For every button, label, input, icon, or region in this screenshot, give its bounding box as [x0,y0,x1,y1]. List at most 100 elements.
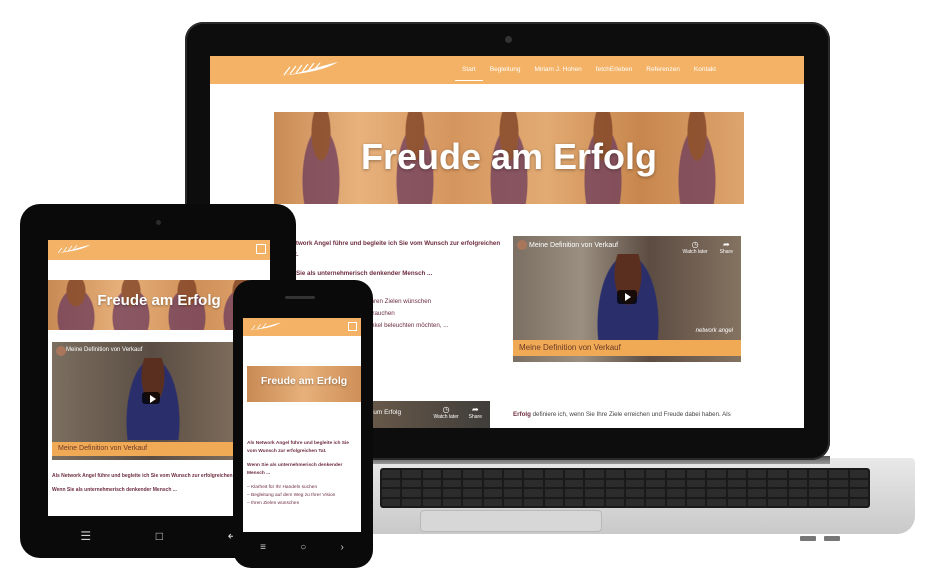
clock-icon: ◷ [442,405,450,414]
keyboard-key [605,498,624,506]
keyboard-key [422,489,441,497]
keyboard-key [829,470,848,478]
home-square-icon[interactable]: □ [156,529,163,543]
keyboard-key [809,470,828,478]
keyboard-key [849,498,868,506]
site-navbar: Start Begleitung Miriam J. Hohen fetchEr… [210,56,804,84]
keyboard-key [727,498,746,506]
keyboard-key [849,489,868,497]
keyboard-key [666,489,685,497]
keyboard-key [788,489,807,497]
keyboard-key [809,498,828,506]
nav-item-fetcherleben[interactable]: fetchErleben [589,56,640,84]
keyboard-key [463,498,482,506]
share-icon: ➦ [722,240,730,249]
keyboard-key [788,498,807,506]
keyboard-key [646,498,665,506]
home-circle-icon[interactable]: ○ [300,542,306,553]
keyboard-key [687,489,706,497]
keyboard-key [422,470,441,478]
tablet-video-band: Meine Definition von Verkauf [52,442,252,456]
keyboard-key [605,489,624,497]
tablet-intro-text: Als Network Angel führe und begleite ich… [52,472,262,494]
keyboard-key [463,489,482,497]
menu-icon[interactable] [348,322,357,331]
watch-later-button[interactable]: ◷ Watch later [683,240,708,255]
keyboard-key [829,479,848,487]
keyboard-key [544,489,563,497]
keyboard-key [748,489,767,497]
keyboard-key [382,470,401,478]
erfolg-text: definiere ich, wenn Sie Ihre Ziele errei… [530,411,731,418]
keyboard-key [565,489,584,497]
keyboard-key [829,498,848,506]
tablet-video-player[interactable]: Meine Definition von Verkauf Meine Defin… [52,342,252,460]
back-chevron-icon[interactable]: › [341,542,344,553]
play-button-icon[interactable] [617,290,637,304]
wing-logo-icon[interactable] [246,321,282,332]
keyboard-key [829,489,848,497]
video2-title[interactable]: zum Erfolg [370,409,401,416]
tablet-navbar [48,240,270,260]
laptop-camera-icon [505,36,512,43]
keyboard-key [626,489,645,497]
wing-logo-icon[interactable] [52,243,92,255]
wing-logo-icon[interactable] [276,61,340,77]
share-button-2[interactable]: ➦ Share [469,405,482,420]
keyboard-key [707,479,726,487]
laptop-ports [800,528,860,541]
keyboard-key [666,479,685,487]
keyboard-key [524,498,543,506]
video-player-2[interactable]: zum Erfolg ◷ Watch later ➦ Share [364,401,490,428]
phone-hero: Freude am Erfolg [247,366,361,402]
keyboard-key [524,470,543,478]
nav-item-kontakt[interactable]: Kontakt [687,56,723,84]
keyboard-key [422,479,441,487]
keyboard-key [544,479,563,487]
nav-item-miriam[interactable]: Miriam J. Hohen [527,56,588,84]
keyboard-key [382,498,401,506]
tablet-camera-icon [156,220,161,225]
phone-bullet-1: – Klarheit für Ihr Handeln suchen [247,485,318,490]
keyboard-key [443,470,462,478]
keyboard-key [646,479,665,487]
channel-avatar [56,346,66,356]
keyboard-key [748,470,767,478]
keyboard-key [585,470,604,478]
keyboard-key [768,498,787,506]
keyboard-key [626,498,645,506]
laptop-trackpad [420,510,602,532]
keyboard-key [443,489,462,497]
share-button[interactable]: ➦ Share [720,240,733,255]
laptop-keyboard [380,468,870,508]
menu-lines-icon[interactable]: ☰ [80,529,91,543]
phone-intro-text: Als Network Angel führe und begleite ich… [247,440,357,508]
keyboard-key [788,470,807,478]
keyboard-key [707,470,726,478]
tablet-video-title[interactable]: Meine Definition von Verkauf [66,347,142,353]
watch-later-button-2[interactable]: ◷ Watch later [434,405,459,420]
keyboard-key [524,479,543,487]
play-button-icon[interactable] [142,392,160,404]
nav-item-referenzen[interactable]: Referenzen [639,56,687,84]
erfolg-bold: Erfolg [513,411,531,418]
phone-hero-title: Freude am Erfolg [260,375,348,387]
keyboard-key [483,498,502,506]
video-title[interactable]: Meine Definition von Verkauf [529,242,618,249]
tablet-text-2: Wenn Sie als unternehmerisch denkender M… [52,487,177,493]
phone-bullet-3: – Ihren Zielen wünschen [247,501,300,506]
keyboard-key [422,498,441,506]
keyboard-key [849,470,868,478]
phone-system-buttons: ≡ ○ › [243,536,361,558]
phone-text-2: Wenn Sie als unternehmerisch denkender M… [247,463,343,476]
menu-icon[interactable] [256,244,266,254]
menu-lines-icon[interactable]: ≡ [260,542,266,553]
keyboard-key [626,470,645,478]
keyboard-key [402,470,421,478]
nav-item-start[interactable]: Start [455,56,483,81]
keyboard-key [727,489,746,497]
nav-item-begleitung[interactable]: Begleitung [483,56,528,84]
keyboard-key [382,479,401,487]
keyboard-key [544,498,563,506]
video-player[interactable]: Meine Definition von Verkauf ◷ Watch late… [513,236,741,362]
